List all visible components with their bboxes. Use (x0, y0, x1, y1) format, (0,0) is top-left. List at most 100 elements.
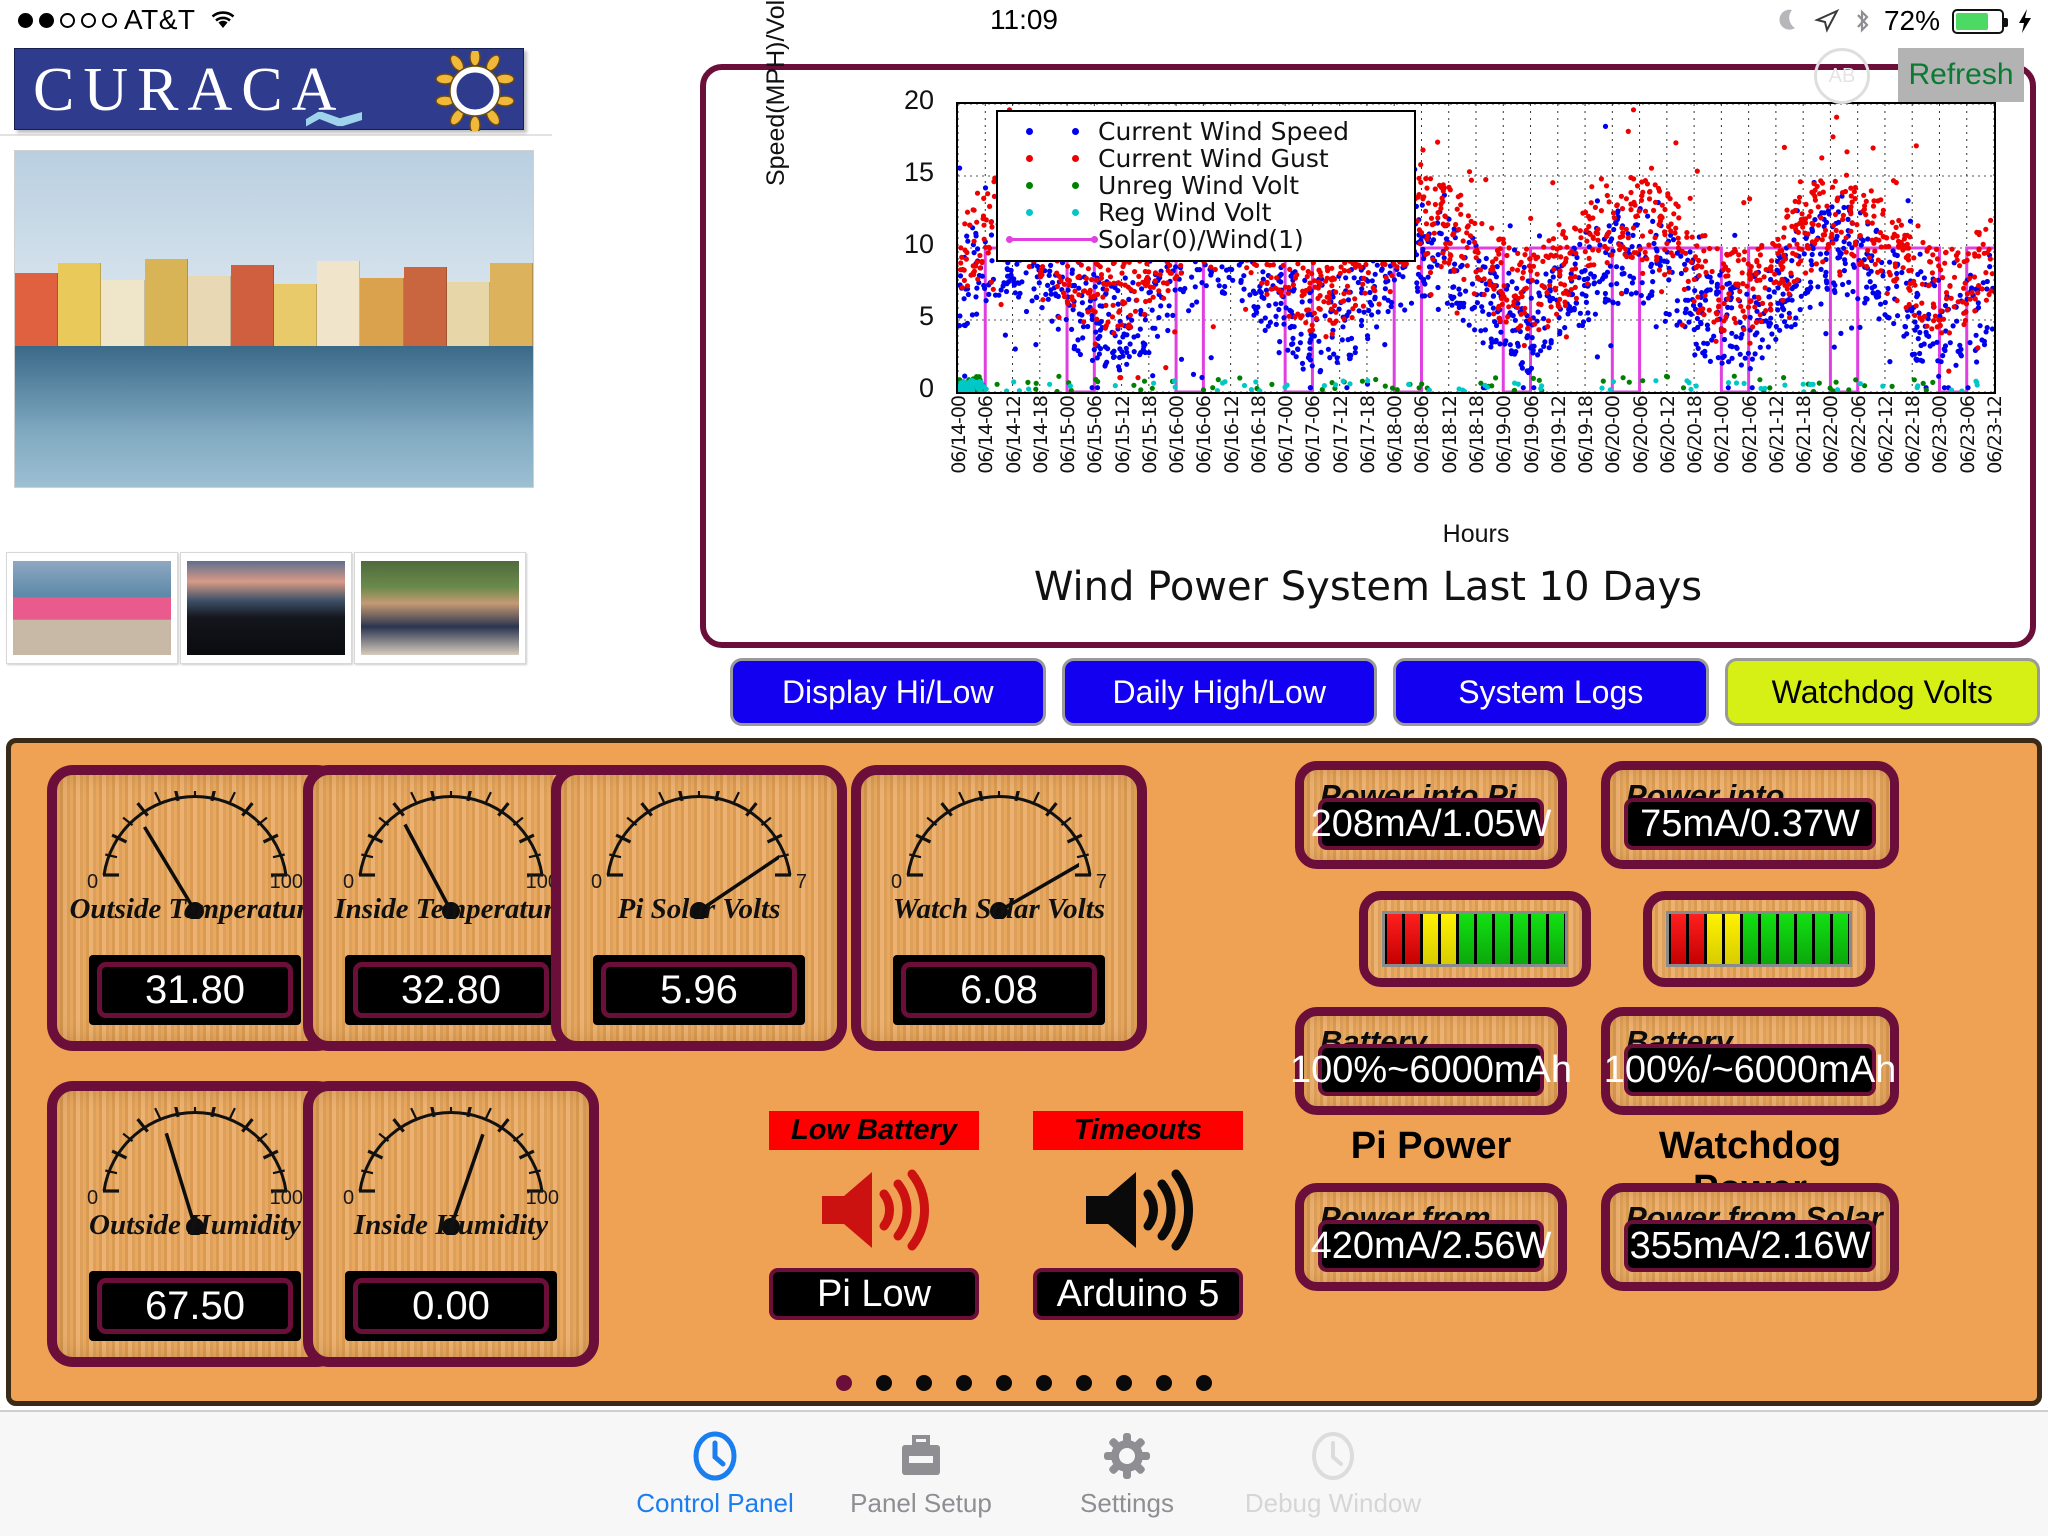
gauge-title: Watch Solar Volts (892, 893, 1106, 925)
page-dot[interactable] (1156, 1375, 1172, 1391)
page-dot[interactable] (876, 1375, 892, 1391)
x-tick-label: 06/22-18 (1902, 396, 1925, 474)
watchdog-volts-button[interactable]: Watchdog Volts (1724, 658, 2040, 726)
system-logs-button[interactable]: System Logs (1393, 658, 1709, 726)
logo-letter: R (137, 55, 185, 124)
gauge-min-label: 0 (343, 871, 355, 893)
x-tick-label: 06/14-06 (975, 396, 998, 474)
x-tick-label: 06/23-06 (1956, 396, 1979, 474)
logo-letter: C (33, 55, 81, 124)
page-dot[interactable] (956, 1375, 972, 1391)
thumbnail-1[interactable] (6, 552, 178, 664)
gauge-min-label: 0 (87, 871, 99, 893)
chart-title: Wind Power System Last 10 Days (1033, 564, 1703, 610)
gauge-readout: 6.08 (893, 955, 1105, 1025)
page-dot[interactable] (1196, 1375, 1212, 1391)
x-tick-label: 06/20-12 (1656, 396, 1679, 474)
tab-label: Settings (1080, 1487, 1174, 1518)
legend-label: Reg Wind Volt (1098, 198, 1272, 227)
card-value: 100%~6000mAh (1290, 1044, 1572, 1096)
clock-icon (1312, 1431, 1354, 1480)
page-dot[interactable] (1076, 1375, 1092, 1391)
gauge-inside-humidity[interactable]: 0 100 Inside Humidity 0.00 (303, 1081, 599, 1367)
card-battery-remaining-watchdog[interactable]: Battery Remaining 100%/~6000mAh (1601, 1007, 1899, 1115)
tab-settings[interactable]: Settings (1024, 1412, 1230, 1536)
bargraph-segment (1832, 914, 1848, 964)
logo-card: C U R A C A (0, 42, 552, 136)
x-tick-label: 06/14-12 (1002, 396, 1025, 474)
card-battery-remaining-pi[interactable]: Battery Remaining 100%~6000mAh (1290, 1007, 1572, 1115)
alert-timeouts[interactable]: Timeouts Arduino 5 (1033, 1111, 1243, 1320)
card-power-into-pi[interactable]: Power into Pi 208mA/1.05W (1295, 761, 1567, 869)
page-dot[interactable] (836, 1375, 852, 1391)
refresh-button[interactable]: Refresh (1898, 48, 2024, 102)
page-indicator-dots[interactable] (11, 1375, 2037, 1391)
x-tick-label: 06/22-00 (1820, 396, 1843, 474)
alert-title: Low Battery (769, 1111, 979, 1150)
gauge-readout: 31.80 (89, 955, 301, 1025)
legend-marker-solar-wind (1006, 236, 1098, 243)
speaker-icon (1086, 1169, 1193, 1251)
gauge-outside-temperature[interactable]: 0 100 Outside Temperature 31.80 (47, 765, 343, 1051)
tab-panel-setup[interactable]: Panel Setup (818, 1412, 1024, 1536)
tab-debug-window[interactable]: Debug Window (1230, 1412, 1436, 1536)
bargraph-segments (1666, 911, 1852, 967)
gauge-watch-solar-volts[interactable]: 0 7 Watch Solar Volts 6.08 (851, 765, 1147, 1051)
daily-high-low-button[interactable]: Daily High/Low (1061, 658, 1377, 726)
gauge-max-label: 7 (795, 871, 807, 893)
thumbnail-3[interactable] (354, 552, 526, 664)
legend-label: Current Wind Gust (1098, 144, 1329, 173)
page-dot[interactable] (1116, 1375, 1132, 1391)
bargraph-segment (1760, 914, 1776, 964)
gauge-readout: 0.00 (345, 1271, 557, 1341)
legend-marker-wind-gust (1006, 155, 1098, 162)
card-power-into-arduino[interactable]: Power into Arduino 75mA/0.37W (1601, 761, 1899, 869)
page-dot[interactable] (1036, 1375, 1052, 1391)
x-tick-label: 06/20-00 (1602, 396, 1625, 474)
status-bar-right: 72% (1776, 5, 2034, 37)
x-axis-ticks: 06/14-00 06/14-06 06/14-12 06/14-18 06/15-00… (948, 396, 2006, 516)
gauge-title: Pi Solar Volts (617, 893, 781, 925)
briefcase-icon (902, 1434, 940, 1475)
y-axis-label: Speed(MPH)/Voltage(V) (762, 0, 790, 186)
bargraph-segment (1796, 914, 1812, 964)
x-tick-label: 06/18-06 (1411, 396, 1434, 474)
moon-icon (1779, 9, 1795, 30)
bargraph-segment (1778, 914, 1794, 964)
gauge-outside-humidity[interactable]: 0 100 Outside Humidity 67.50 (47, 1081, 343, 1367)
card-power-from-solar-pi[interactable]: Power from Solar 420mA/2.56W (1295, 1183, 1567, 1291)
legend-marker-unreg-volt (1006, 182, 1098, 189)
tab-control-panel[interactable]: Control Panel (612, 1412, 818, 1536)
bargraph-segment (1688, 914, 1704, 964)
card-value: 208mA/1.05W (1311, 798, 1551, 850)
x-tick-label: 06/19-18 (1575, 396, 1598, 474)
page-dot[interactable] (996, 1375, 1012, 1391)
card-power-from-solar-watchdog[interactable]: Power from Solar 355mA/2.16W (1601, 1183, 1899, 1291)
photo-thumbnail-strip (0, 552, 552, 670)
x-tick-label: 06/19-00 (1493, 396, 1516, 474)
y-tick-label: 20 (903, 85, 934, 115)
legend-label: Current Wind Speed (1098, 117, 1349, 146)
gauge-pi-solar-volts[interactable]: 0 7 Pi Solar Volts 5.96 (551, 765, 847, 1051)
y-tick-label: 0 (918, 373, 934, 403)
legend-marker-reg-volt (1006, 209, 1098, 216)
display-hi-low-button[interactable]: Display Hi/Low (730, 658, 1046, 726)
x-tick-label: 06/14-18 (1029, 396, 1052, 474)
tab-bar: Control Panel Panel Setup Settings Debug… (0, 1410, 2048, 1536)
y-tick-label: 15 (903, 157, 934, 187)
bargraph-segment (1386, 914, 1402, 964)
thumbnail-2[interactable] (180, 552, 352, 664)
gauge-max-label: 7 (1095, 871, 1107, 893)
gauge-title: Outside Humidity (89, 1209, 301, 1241)
sun-icon (435, 51, 515, 131)
page-dot[interactable] (916, 1375, 932, 1391)
x-tick-label: 06/21-12 (1765, 396, 1788, 474)
alert-low-battery[interactable]: Low Battery Pi Low (769, 1111, 979, 1320)
card-value: 100%/~6000mAh (1604, 1044, 1896, 1096)
gear-icon (1104, 1432, 1150, 1479)
legend-label: Solar(0)/Wind(1) (1098, 225, 1304, 254)
bargraph-segment (1440, 914, 1456, 964)
logo-letter: U (83, 55, 135, 124)
x-axis-label: Hours (1442, 520, 1510, 548)
main-photo[interactable] (14, 150, 534, 488)
